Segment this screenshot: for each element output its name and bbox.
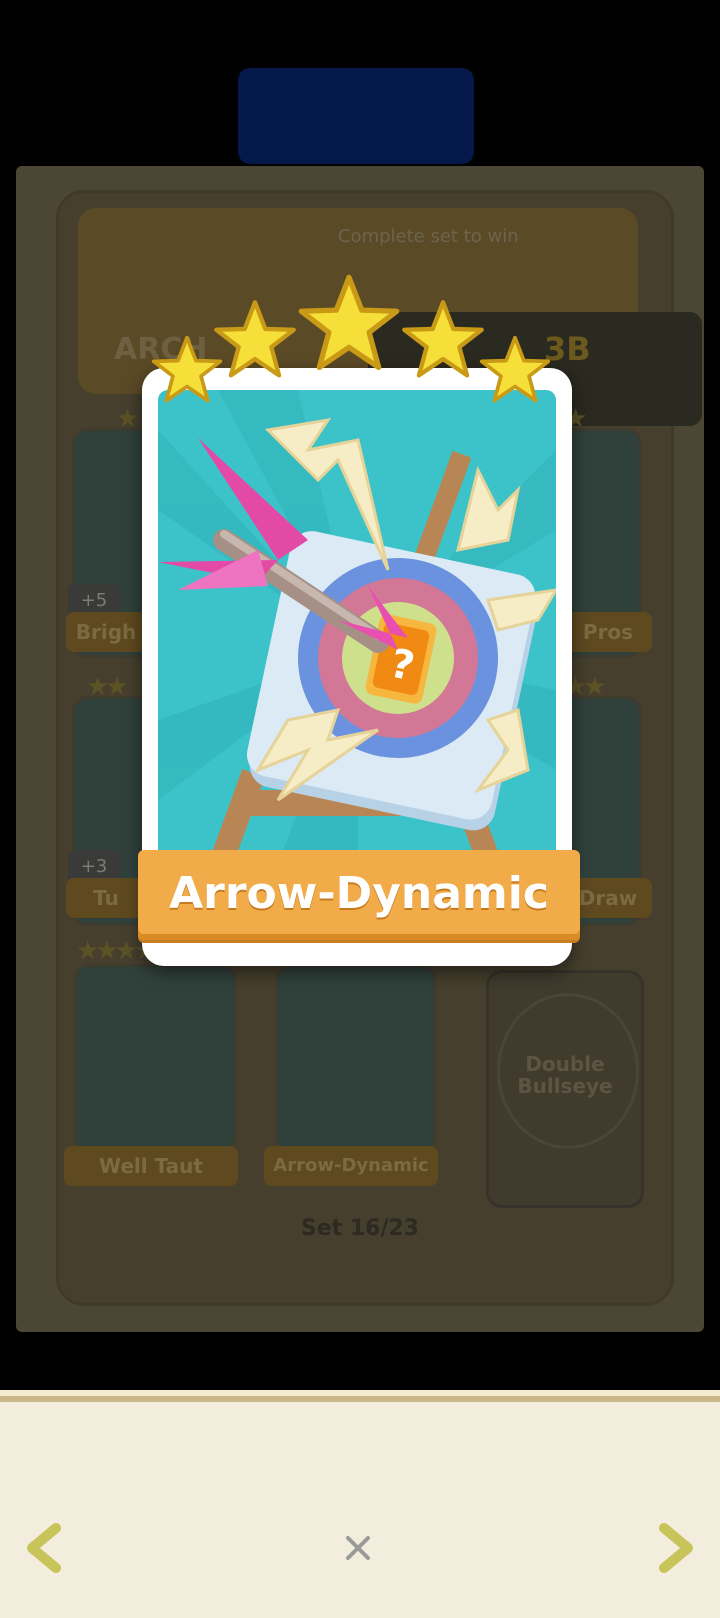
set-counter: Set 16/23 [300,1216,420,1241]
album-card[interactable] [74,964,236,1154]
close-button[interactable] [340,1530,376,1566]
close-icon [346,1536,370,1560]
next-card-button[interactable] [654,1520,698,1576]
set-reward-hint: Complete set to win [338,226,519,247]
sticker-card[interactable]: ? Arrow-Dynamic [138,368,580,966]
album-card-label: Brigh [66,612,146,652]
chevron-right-icon [659,1523,693,1573]
game-logo [238,68,474,164]
star-icon [298,274,400,371]
album-card-label: Arrow-Dynamic [264,1146,438,1186]
star-icon [479,335,551,403]
chevron-left-icon [27,1523,61,1573]
album-card-label: Tu [66,878,146,918]
bottom-navigation-bar [0,1390,720,1618]
archery-target-illustration: ? [158,390,556,864]
card-title: Arrow-Dynamic [138,850,580,940]
album-card-label: Well Taut [64,1146,238,1186]
album-card[interactable] [276,964,436,1154]
star-icon [214,300,296,378]
album-card-label: Double Bullseye [517,1052,613,1098]
locked-album-card[interactable]: Double Bullseye [486,970,644,1208]
album-card-label: Pros [564,612,652,652]
previous-card-button[interactable] [22,1520,66,1576]
star-icon [402,300,484,378]
card-artwork: ? [158,390,556,864]
